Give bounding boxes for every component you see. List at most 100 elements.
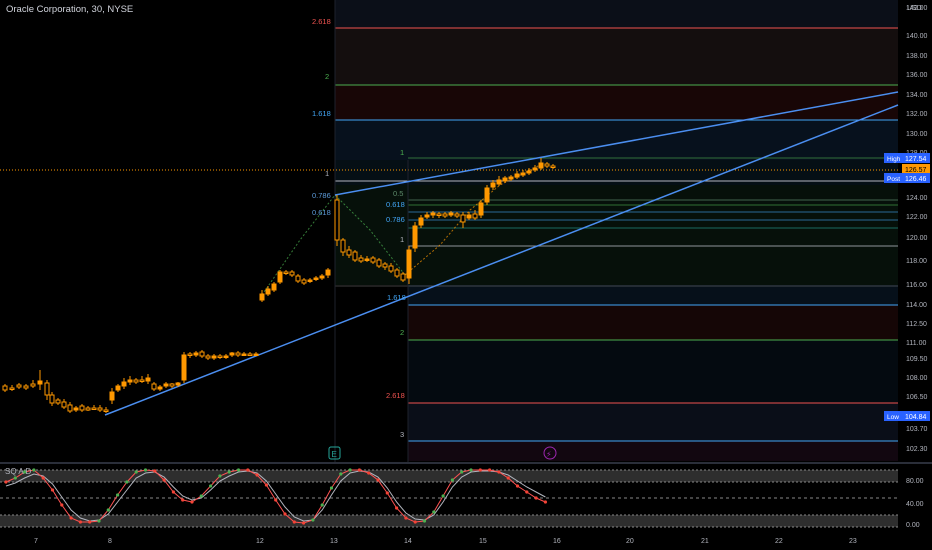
- candle: [139, 376, 145, 383]
- fib-label: 2: [325, 72, 329, 81]
- fib-label: 0.618: [312, 208, 331, 217]
- fib-label: 1: [325, 169, 329, 178]
- osc-dot: [404, 516, 408, 520]
- osc-dot: [413, 520, 417, 524]
- time-label: 13: [330, 538, 338, 545]
- price-marker: Post 126.46: [884, 173, 930, 183]
- time-label: 14: [404, 538, 412, 545]
- fib-label: 1.618: [312, 109, 331, 118]
- osc-dot: [348, 468, 352, 472]
- osc-dot: [199, 494, 203, 498]
- fib-label: 0.786: [386, 215, 405, 224]
- candle: [277, 270, 283, 284]
- svg-text:126.46: 126.46: [905, 176, 927, 183]
- svg-text:E: E: [332, 450, 337, 459]
- price-marker: Low 104.84: [884, 411, 930, 421]
- fib-label: 2: [400, 328, 404, 337]
- osc-tick: 40.00: [906, 501, 924, 508]
- candle: [2, 384, 8, 392]
- candle: [289, 270, 295, 277]
- osc-dot: [320, 503, 324, 507]
- candle: [229, 352, 235, 357]
- candle: [115, 384, 121, 392]
- osc-tick: 0.00: [906, 522, 920, 529]
- osc-dot: [143, 468, 148, 472]
- candle: [16, 383, 22, 389]
- fib-labels-left: 2.618 2 1.618 1 0.786 0.618: [312, 17, 331, 217]
- candle: [376, 258, 382, 268]
- candle: [79, 404, 85, 412]
- time-label: 15: [479, 538, 487, 545]
- osc-dot: [497, 470, 501, 474]
- candle: [412, 222, 418, 252]
- chart-canvas[interactable]: 142.00140.00138.00136.00134.00132.00130.…: [0, 0, 932, 550]
- time-label: 7: [34, 538, 38, 545]
- candle: [97, 405, 103, 412]
- osc-dot: [255, 473, 259, 477]
- svg-text:⚡: ⚡: [546, 450, 552, 459]
- osc-dot: [4, 480, 8, 484]
- candle: [61, 399, 67, 409]
- candle: [121, 378, 127, 389]
- osc-dot: [153, 469, 157, 473]
- candle: [241, 352, 247, 356]
- price-tick: 102.30: [906, 446, 928, 453]
- candle: [283, 270, 289, 275]
- candle: [103, 407, 109, 413]
- osc-dot: [385, 491, 389, 495]
- time-axis: 7 8 12 13 14 15 16 20 21 22 23: [34, 538, 857, 545]
- osc-dot: [32, 468, 36, 472]
- candle: [187, 352, 193, 358]
- candle: [334, 195, 340, 246]
- candle: [37, 370, 43, 390]
- osc-dot: [469, 468, 473, 472]
- candle: [91, 405, 97, 410]
- osc-dot: [441, 494, 445, 498]
- price-tick: 136.00: [906, 72, 928, 79]
- oscillator-title[interactable]: SQ A D: [5, 467, 31, 476]
- osc-dot: [395, 506, 399, 510]
- candle: [157, 385, 163, 391]
- price-tick: 138.00: [906, 53, 928, 60]
- osc-dot: [246, 468, 250, 472]
- candle: [247, 352, 253, 356]
- candle: [181, 352, 187, 383]
- osc-dot: [534, 496, 538, 500]
- osc-dot: [311, 518, 315, 522]
- osc-dot: [264, 483, 268, 487]
- candle: [23, 384, 29, 390]
- osc-dot: [422, 519, 427, 523]
- candle: [400, 272, 406, 282]
- candle: [49, 392, 55, 406]
- osc-dot: [69, 516, 73, 520]
- osc-dot: [218, 474, 222, 478]
- osc-dot: [450, 478, 454, 482]
- candle: [163, 382, 169, 388]
- candle: [307, 278, 313, 283]
- price-tick: 106.50: [906, 394, 928, 401]
- osc-dot: [357, 468, 361, 472]
- osc-dot: [525, 490, 529, 494]
- fib-label: 3: [400, 430, 404, 439]
- fib-right-zone: [335, 0, 898, 461]
- candle: [253, 352, 259, 356]
- time-label: 12: [256, 538, 264, 545]
- price-tick: 108.00: [906, 375, 928, 382]
- osc-dot: [13, 476, 17, 480]
- candle: [484, 185, 490, 205]
- candle: [205, 354, 211, 360]
- time-label: 23: [849, 538, 857, 545]
- currency-label[interactable]: USD: [907, 5, 922, 12]
- trading-chart[interactable]: 142.00 140.00 138.00 136.00 134.00 132.00 130.…: [0, 0, 932, 550]
- candle: [73, 406, 79, 412]
- chart-title[interactable]: Oracle Corporation, 30, NYSE: [6, 4, 133, 15]
- candle: [109, 388, 115, 404]
- osc-dot: [543, 500, 548, 504]
- osc-tick: 80.00: [906, 478, 924, 485]
- osc-dot: [292, 520, 296, 524]
- osc-dot: [134, 470, 138, 474]
- svg-text:127.54: 127.54: [905, 156, 927, 163]
- price-tick: 140.00: [906, 33, 928, 40]
- fib-label: 1.618: [387, 293, 406, 302]
- price-tick: 114.00: [906, 302, 927, 309]
